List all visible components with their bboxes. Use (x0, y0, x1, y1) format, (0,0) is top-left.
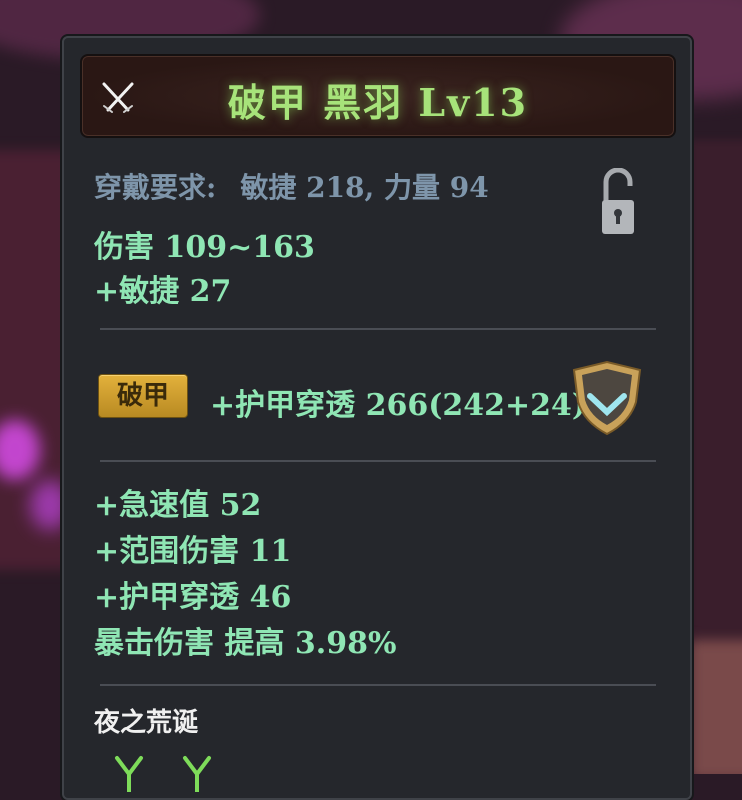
item-tooltip-panel: 破甲 黑羽 Lv13 穿戴要求: 敏捷 218, 力量 94 伤害 109~163… (62, 36, 692, 800)
shield-rank-icon (572, 360, 642, 436)
item-header: 破甲 黑羽 Lv13 (80, 54, 676, 138)
stat-armor-penetration: +护甲穿透 46 (94, 580, 292, 615)
wear-requirement: 穿戴要求: 敏捷 218, 力量 94 (94, 166, 489, 206)
stat-agility: +敏捷 27 (94, 274, 232, 309)
armor-break-badge: 破甲 (98, 374, 188, 418)
set-title: 夜之荒诞 (94, 708, 199, 738)
divider (100, 328, 656, 330)
stat-haste: +急速值 52 (94, 488, 262, 523)
divider (100, 684, 656, 686)
item-title: 破甲 黑羽 Lv13 (227, 80, 529, 125)
green-chevron-icon (115, 756, 143, 792)
stat-crit-damage: 暴击伤害 提高 3.98% (94, 626, 397, 661)
stat-damage: 伤害 109~163 (94, 230, 315, 265)
requirement-label: 穿戴要求: (94, 171, 217, 204)
special-armor-penetration: +护甲穿透 266(242+24) (210, 388, 587, 423)
green-chevron-icon (183, 756, 211, 792)
divider (100, 460, 656, 462)
stat-area-damage: +范围伤害 11 (94, 534, 292, 569)
requirement-value: 敏捷 218, 力量 94 (240, 171, 489, 204)
padlock-unlocked-icon[interactable] (600, 168, 636, 236)
